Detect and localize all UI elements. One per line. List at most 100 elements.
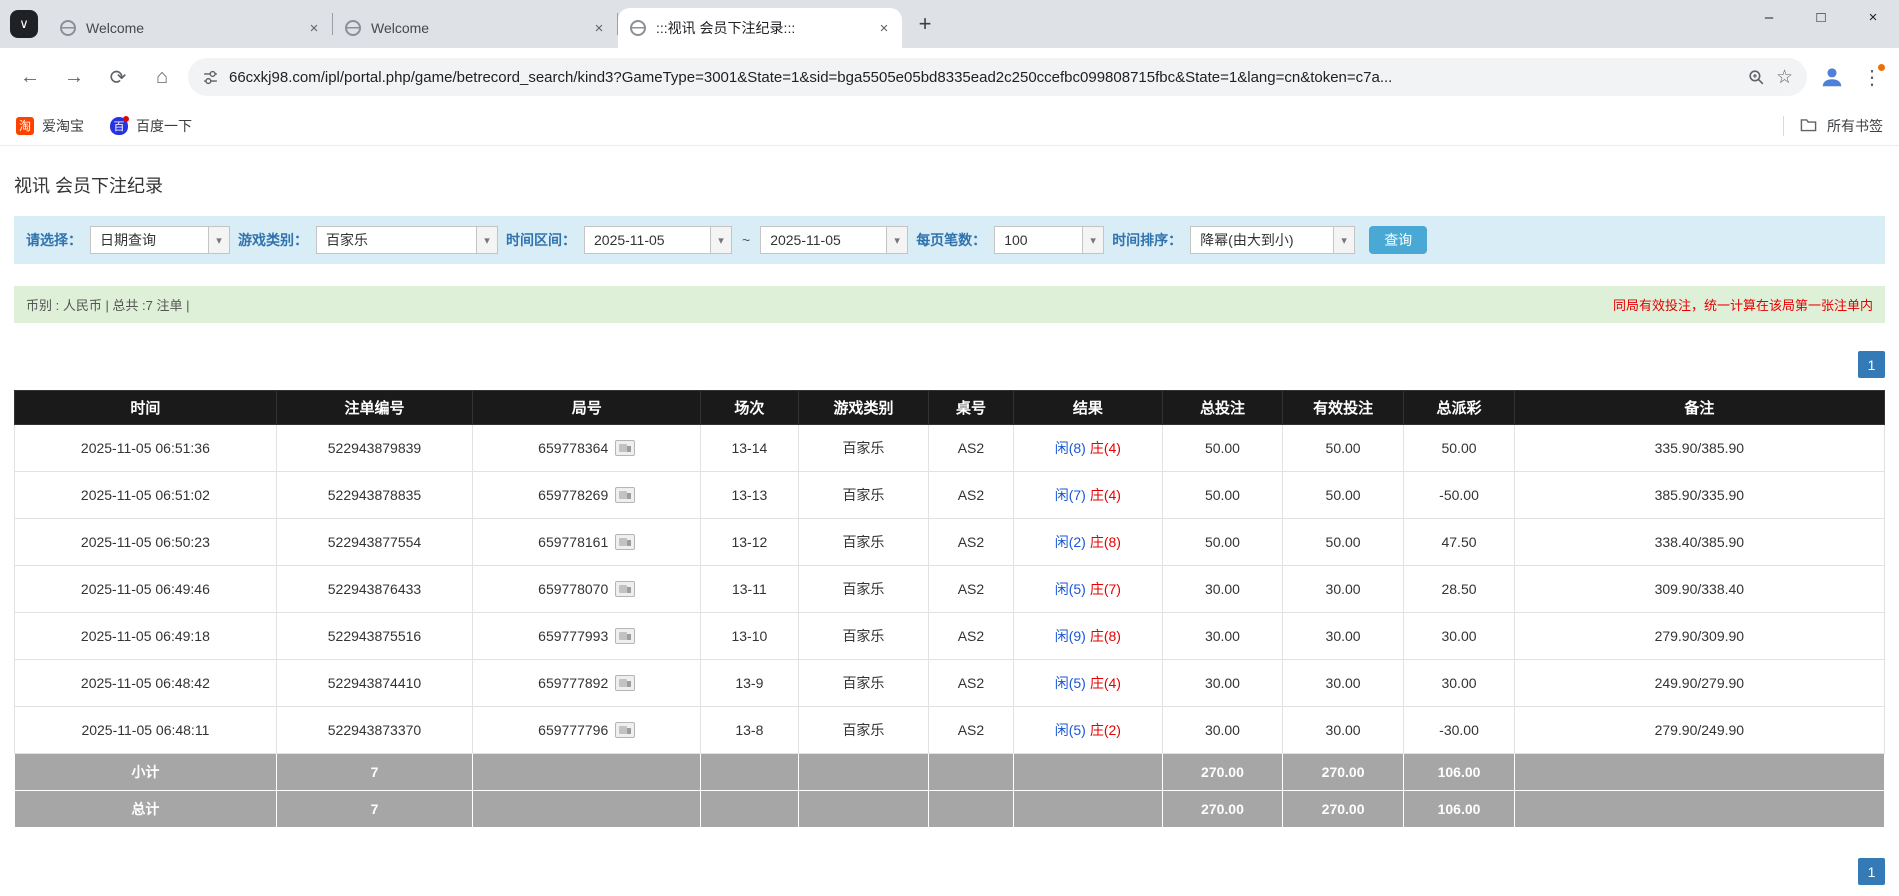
summary-row: 小计 7 270.00 270.00 106.00 (15, 754, 1885, 791)
cell-payout: 47.50 (1404, 519, 1514, 566)
cell-bet-id: 522943876433 (276, 566, 472, 613)
dropdown-arrow-icon[interactable]: ▾ (208, 227, 229, 253)
sort-order-label: 时间排序： (1112, 230, 1182, 250)
tab-close-icon[interactable]: × (874, 18, 894, 38)
tab-close-icon[interactable]: × (589, 18, 609, 38)
query-type-value: 日期查询 (91, 227, 208, 253)
new-tab-button[interactable]: + (910, 9, 940, 39)
cell-table-no: AS2 (929, 472, 1013, 519)
bookmark-taobao[interactable]: 淘 爱淘宝 (16, 116, 84, 136)
cell-session: 13-12 (701, 519, 798, 566)
cell-payout: 30.00 (1404, 660, 1514, 707)
page-size-select[interactable]: 100 ▾ (994, 226, 1104, 254)
tab-close-icon[interactable]: × (304, 18, 324, 38)
cell-note: 335.90/385.90 (1514, 425, 1884, 472)
all-bookmarks-label: 所有书签 (1827, 116, 1883, 136)
maximize-button[interactable]: □ (1795, 0, 1847, 34)
cell-time: 2025-11-05 06:49:46 (15, 566, 277, 613)
globe-favicon-icon (60, 20, 76, 36)
cell-note: 385.90/335.90 (1514, 472, 1884, 519)
cell-round: 659778070 (473, 566, 701, 613)
address-bar[interactable]: 66cxkj98.com/ipl/portal.php/game/betreco… (188, 58, 1807, 96)
summary-row: 总计 7 270.00 270.00 106.00 (15, 791, 1885, 828)
home-button[interactable]: ⌂ (144, 59, 180, 95)
navigation-bar: ← → ⟳ ⌂ 66cxkj98.com/ipl/portal.php/game… (0, 48, 1899, 106)
sort-order-select[interactable]: 降幂(由大到小) ▾ (1190, 226, 1355, 254)
site-info-icon[interactable] (202, 69, 219, 86)
cell-payout: -30.00 (1404, 707, 1514, 754)
cell-total-bet-link[interactable]: 50.00 (1163, 425, 1283, 472)
date-from-value: 2025-11-05 (585, 227, 710, 253)
cell-total-bet-link[interactable]: 30.00 (1163, 660, 1283, 707)
cell-game-type: 百家乐 (798, 707, 929, 754)
round-detail-icon[interactable] (615, 628, 635, 644)
round-number: 659778364 (538, 440, 608, 456)
round-detail-icon[interactable] (615, 487, 635, 503)
dropdown-arrow-icon[interactable]: ▾ (1333, 227, 1354, 253)
cell-total-bet-link[interactable]: 30.00 (1163, 613, 1283, 660)
page-1-button[interactable]: 1 (1858, 351, 1885, 378)
cell-total-bet-link[interactable]: 50.00 (1163, 472, 1283, 519)
all-bookmarks-button[interactable]: 所有书签 (1783, 116, 1883, 136)
game-type-value: 百家乐 (317, 227, 476, 253)
browser-menu-icon[interactable]: ⋮ (1857, 60, 1887, 94)
cell-round: 659778269 (473, 472, 701, 519)
baidu-icon: 百 (110, 117, 128, 135)
header-payout: 总派彩 (1404, 391, 1514, 425)
cell-total-bet-link[interactable]: 30.00 (1163, 707, 1283, 754)
date-to-picker[interactable]: 2025-11-05 ▾ (760, 226, 908, 254)
summary-label: 总计 (15, 791, 277, 828)
round-detail-icon[interactable] (615, 675, 635, 691)
cell-table-no: AS2 (929, 613, 1013, 660)
table-row: 2025-11-05 06:50:23 522943877554 6597781… (15, 519, 1885, 566)
date-to-value: 2025-11-05 (761, 227, 886, 253)
globe-favicon-icon (345, 20, 361, 36)
round-detail-icon[interactable] (615, 581, 635, 597)
zoom-icon[interactable] (1747, 68, 1766, 87)
header-bet-id: 注单编号 (276, 391, 472, 425)
cell-total-bet-link[interactable]: 50.00 (1163, 519, 1283, 566)
reload-button[interactable]: ⟳ (100, 59, 136, 95)
cell-round: 659778161 (473, 519, 701, 566)
game-type-select[interactable]: 百家乐 ▾ (316, 226, 498, 254)
tab-search-button[interactable]: ∨ (10, 10, 38, 38)
profile-avatar-icon[interactable] (1815, 60, 1849, 94)
tab-title: Welcome (86, 20, 298, 36)
pagination-bottom: 1 (14, 858, 1885, 885)
cell-total-bet-link[interactable]: 30.00 (1163, 566, 1283, 613)
cell-result: 闲(8)庄(4) (1013, 425, 1163, 472)
dropdown-arrow-icon[interactable]: ▾ (710, 227, 731, 253)
dropdown-arrow-icon[interactable]: ▾ (1082, 227, 1103, 253)
tab-welcome-2[interactable]: Welcome × (333, 8, 617, 48)
search-button[interactable]: 查询 (1369, 226, 1427, 254)
cell-payout: 28.50 (1404, 566, 1514, 613)
cell-result: 闲(7)庄(4) (1013, 472, 1163, 519)
chevron-down-icon: ∨ (19, 16, 29, 32)
round-number: 659778070 (538, 581, 608, 597)
dropdown-arrow-icon[interactable]: ▾ (476, 227, 497, 253)
result-player: 闲(7) (1055, 487, 1086, 503)
summary-payout: 106.00 (1404, 791, 1514, 828)
round-detail-icon[interactable] (615, 534, 635, 550)
tab-bet-record-active[interactable]: :::视讯 会员下注纪录::: × (618, 8, 902, 48)
dropdown-arrow-icon[interactable]: ▾ (886, 227, 907, 253)
bookmark-star-icon[interactable]: ☆ (1776, 66, 1793, 89)
globe-favicon-icon (630, 20, 646, 36)
back-button[interactable]: ← (12, 59, 48, 95)
query-type-select[interactable]: 日期查询 ▾ (90, 226, 230, 254)
cell-valid-bet: 30.00 (1282, 660, 1404, 707)
forward-button[interactable]: → (56, 59, 92, 95)
close-window-button[interactable]: × (1847, 0, 1899, 34)
bookmark-baidu[interactable]: 百 百度一下 (110, 116, 192, 136)
result-banker: 庄(8) (1090, 628, 1121, 644)
tab-welcome-1[interactable]: Welcome × (48, 8, 332, 48)
round-detail-icon[interactable] (615, 440, 635, 456)
date-from-picker[interactable]: 2025-11-05 ▾ (584, 226, 732, 254)
minimize-button[interactable]: – (1743, 0, 1795, 34)
summary-empty (1013, 754, 1163, 791)
url-text[interactable]: 66cxkj98.com/ipl/portal.php/game/betreco… (229, 69, 1737, 86)
page-1-button[interactable]: 1 (1858, 858, 1885, 885)
cell-time: 2025-11-05 06:48:11 (15, 707, 277, 754)
round-detail-icon[interactable] (615, 722, 635, 738)
cell-game-type: 百家乐 (798, 566, 929, 613)
